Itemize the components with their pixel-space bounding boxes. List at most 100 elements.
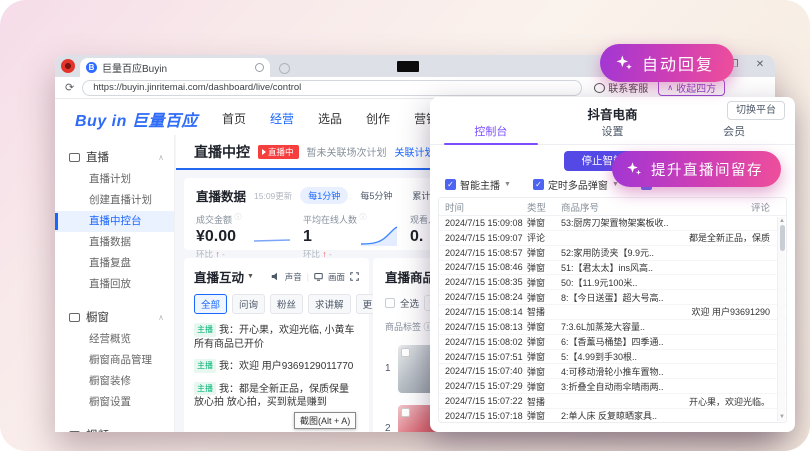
- filter-定时多品弹窗[interactable]: ✓ 定时多品弹窗 ▼: [532, 177, 619, 192]
- interaction-tab-粉丝[interactable]: 粉丝: [270, 294, 304, 314]
- chat-message: 主播 我：都是全新正品，保质保量 放心拍 放心拍，买到就是赚到: [194, 381, 359, 410]
- scroll-up-icon[interactable]: ▲: [778, 218, 786, 224]
- data-tab-每1分钟[interactable]: 每1分钟: [300, 187, 349, 204]
- checkbox-checked-icon[interactable]: ✓: [532, 179, 544, 190]
- interaction-tab-问询[interactable]: 问询: [232, 294, 266, 314]
- sidebar-item-直播计划[interactable]: 直播计划: [55, 169, 174, 190]
- info-icon: ⓘ: [234, 214, 242, 221]
- cell-type: 评论: [527, 233, 546, 244]
- table-row[interactable]: 2024/7/15 15:08:24 弹窗 8:【今日送蛋】超大号高..: [439, 290, 786, 306]
- browser-tab[interactable]: B 巨量百应Buyin: [80, 58, 270, 77]
- table-row[interactable]: 2024/7/15 15:08:57 弹窗 52:家用防烫夹【9.9元..: [439, 246, 786, 261]
- table-row[interactable]: 2024/7/15 15:07:18 弹窗 2:单人床 反复晾晒家具..: [439, 409, 786, 422]
- cell-type: 弹窗: [527, 352, 546, 363]
- tab-title: 巨量百应Buyin: [102, 64, 168, 75]
- interaction-tab-全部[interactable]: 全部: [194, 294, 228, 314]
- cell-time: 2024/7/15 15:08:46: [445, 262, 523, 273]
- auto-reply-badge: 自动回复: [600, 44, 735, 82]
- sidebar-item-创建直播计划[interactable]: 创建直播计划: [55, 190, 174, 211]
- contact-service-button[interactable]: 联系客服: [594, 80, 648, 95]
- product-checkbox[interactable]: [400, 408, 410, 417]
- chat-text: 都是全新正品，保质保量 放心拍 放心拍，买到就是赚到: [194, 383, 349, 409]
- cell-time: 2024/7/15 15:09:07: [445, 232, 523, 243]
- chevron-up-icon[interactable]: ∧: [158, 313, 164, 322]
- cell-time: 2024/7/15 15:08:02: [445, 336, 523, 347]
- info-icon: ⓘ: [359, 214, 367, 221]
- expand-icon[interactable]: [350, 272, 359, 281]
- buyin-logo[interactable]: Buy in 巨量百应: [75, 107, 198, 131]
- switch-platform-button[interactable]: 切换平台: [727, 101, 785, 120]
- nav-item-经营[interactable]: 经营: [270, 110, 294, 127]
- scroll-down-icon[interactable]: ▼: [778, 414, 786, 420]
- chevron-up-icon[interactable]: ∧: [158, 153, 164, 162]
- nav-item-创作[interactable]: 创作: [366, 110, 390, 127]
- 视频-icon: [69, 430, 80, 432]
- cell-product: 5:【4.99到手30根..: [561, 352, 638, 363]
- sidebar-item-橱窗装修[interactable]: 橱窗装修: [55, 371, 174, 392]
- metric-label: 平均在线人数 ⓘ: [303, 214, 367, 225]
- nav-item-首页[interactable]: 首页: [222, 110, 246, 127]
- sidebar-section-header-直播[interactable]: 直播 ∧: [55, 145, 174, 169]
- auto-reply-label: 自动回复: [642, 57, 715, 74]
- sidebar-item-直播数据[interactable]: 直播数据: [55, 232, 174, 253]
- anchor-tag: 主播: [194, 359, 216, 373]
- second-tab-icon[interactable]: [279, 63, 290, 74]
- checkbox-checked-icon[interactable]: ✓: [445, 179, 456, 190]
- filter-智能主播[interactable]: ✓ 智能主播 ▼: [445, 177, 511, 192]
- cell-product: 4:可移动滑轮小推车置物..: [561, 366, 664, 377]
- page-title: 直播中控: [194, 143, 250, 160]
- table-row[interactable]: 2024/7/15 15:09:07 评论 都是全新正品，保质: [439, 231, 786, 246]
- table-row[interactable]: 2024/7/15 15:07:51 弹窗 5:【4.99到手30根..: [439, 350, 786, 365]
- chevron-up-icon[interactable]: ∧: [158, 431, 164, 433]
- cell-type: 智播: [527, 307, 546, 318]
- cell-product: 50:【11.9元100米..: [561, 277, 638, 288]
- panel-tab-控制台[interactable]: 控制台: [430, 123, 552, 145]
- cell-type: 弹窗: [527, 292, 546, 303]
- table-row[interactable]: 2024/7/15 15:07:29 弹窗 3:折叠全自动雨伞晴雨两..: [439, 379, 786, 395]
- contact-service-label: 联系客服: [608, 84, 649, 95]
- table-row[interactable]: 2024/7/15 15:09:08 弹窗 53:厨房刀架置物架案板收..: [439, 216, 786, 231]
- sidebar-item-直播中控台[interactable]: 直播中控台: [55, 211, 174, 232]
- sound-toggle[interactable]: 声音: [285, 271, 302, 283]
- sidebar-section-header-橱窗[interactable]: 橱窗 ∧: [55, 305, 174, 329]
- live-data-title: 直播数据: [196, 190, 247, 204]
- cell-time: 2024/7/15 15:08:13: [445, 321, 523, 332]
- cell-type: 弹窗: [527, 248, 546, 259]
- live-interaction-card: 直播互动 ▼ 声音 | 画面 全部问询粉丝求讲解更多 ∨ 主播我：开心果，欢迎光…: [184, 258, 399, 432]
- nav-item-选品[interactable]: 选品: [318, 110, 342, 127]
- product-checkbox[interactable]: [400, 348, 410, 357]
- chevron-down-icon[interactable]: ▼: [504, 181, 511, 188]
- refresh-icon[interactable]: ⟳: [65, 81, 74, 94]
- sidebar-item-直播复盘[interactable]: 直播复盘: [55, 253, 174, 274]
- table-row[interactable]: 2024/7/15 15:08:14 智播 欢迎 用户93691290: [439, 305, 786, 320]
- sidebar-item-直播回放[interactable]: 直播回放: [55, 274, 174, 295]
- url-input[interactable]: https://buyin.jinritemai.com/dashboard/l…: [82, 79, 583, 96]
- table-row[interactable]: 2024/7/15 15:08:35 弹窗 50:【11.9元100米..: [439, 275, 786, 291]
- select-all-checkbox[interactable]: [385, 298, 395, 308]
- chat-message: 主播 我：欢迎 用户9369129011770: [194, 359, 359, 374]
- table-row[interactable]: 2024/7/15 15:07:40 弹窗 4:可移动滑轮小推车置物..: [439, 364, 786, 380]
- screen-toggle[interactable]: 画面: [328, 271, 345, 283]
- window-close-icon[interactable]: ✕: [753, 59, 767, 70]
- panel-tab-会员[interactable]: 会员: [673, 123, 795, 144]
- cell-product: 2:单人床 反复晾晒家具..: [561, 411, 658, 422]
- sidebar-item-经营概览[interactable]: 经营概览: [55, 329, 174, 350]
- link-plan-link[interactable]: 关联计划: [395, 144, 435, 159]
- interaction-tab-求讲解[interactable]: 求讲解: [308, 294, 351, 314]
- sidebar-item-橱窗设置[interactable]: 橱窗设置: [55, 392, 174, 413]
- table-row[interactable]: 2024/7/15 15:08:46 弹窗 51:【君太太】ins风高..: [439, 261, 786, 276]
- sparkline-rise: [360, 226, 398, 246]
- table-row[interactable]: 2024/7/15 15:08:13 弹窗 7:3.6L加蒸笼大容量..: [439, 320, 786, 335]
- table-scrollbar[interactable]: ▲ ▼: [777, 217, 785, 421]
- tab-close-icon[interactable]: [255, 63, 264, 72]
- sidebar-section-header-视频[interactable]: 视频 ∧: [55, 423, 174, 432]
- panel-tab-设置[interactable]: 设置: [552, 123, 674, 144]
- data-tab-每5分钟[interactable]: 每5分钟: [352, 187, 400, 204]
- scrollbar-thumb[interactable]: [779, 225, 785, 251]
- table-row[interactable]: 2024/7/15 15:08:02 弹窗 6:【香薰马桶垫】四季通..: [439, 335, 786, 350]
- anchor-tag: 主播: [194, 323, 216, 337]
- table-row[interactable]: 2024/7/15 15:07:22 智播 开心果，欢迎光临。: [439, 394, 786, 409]
- sidebar-section-label: 橱窗: [86, 312, 109, 324]
- chevron-down-icon[interactable]: ▼: [247, 273, 254, 280]
- sidebar-item-橱窗商品管理[interactable]: 橱窗商品管理: [55, 350, 174, 371]
